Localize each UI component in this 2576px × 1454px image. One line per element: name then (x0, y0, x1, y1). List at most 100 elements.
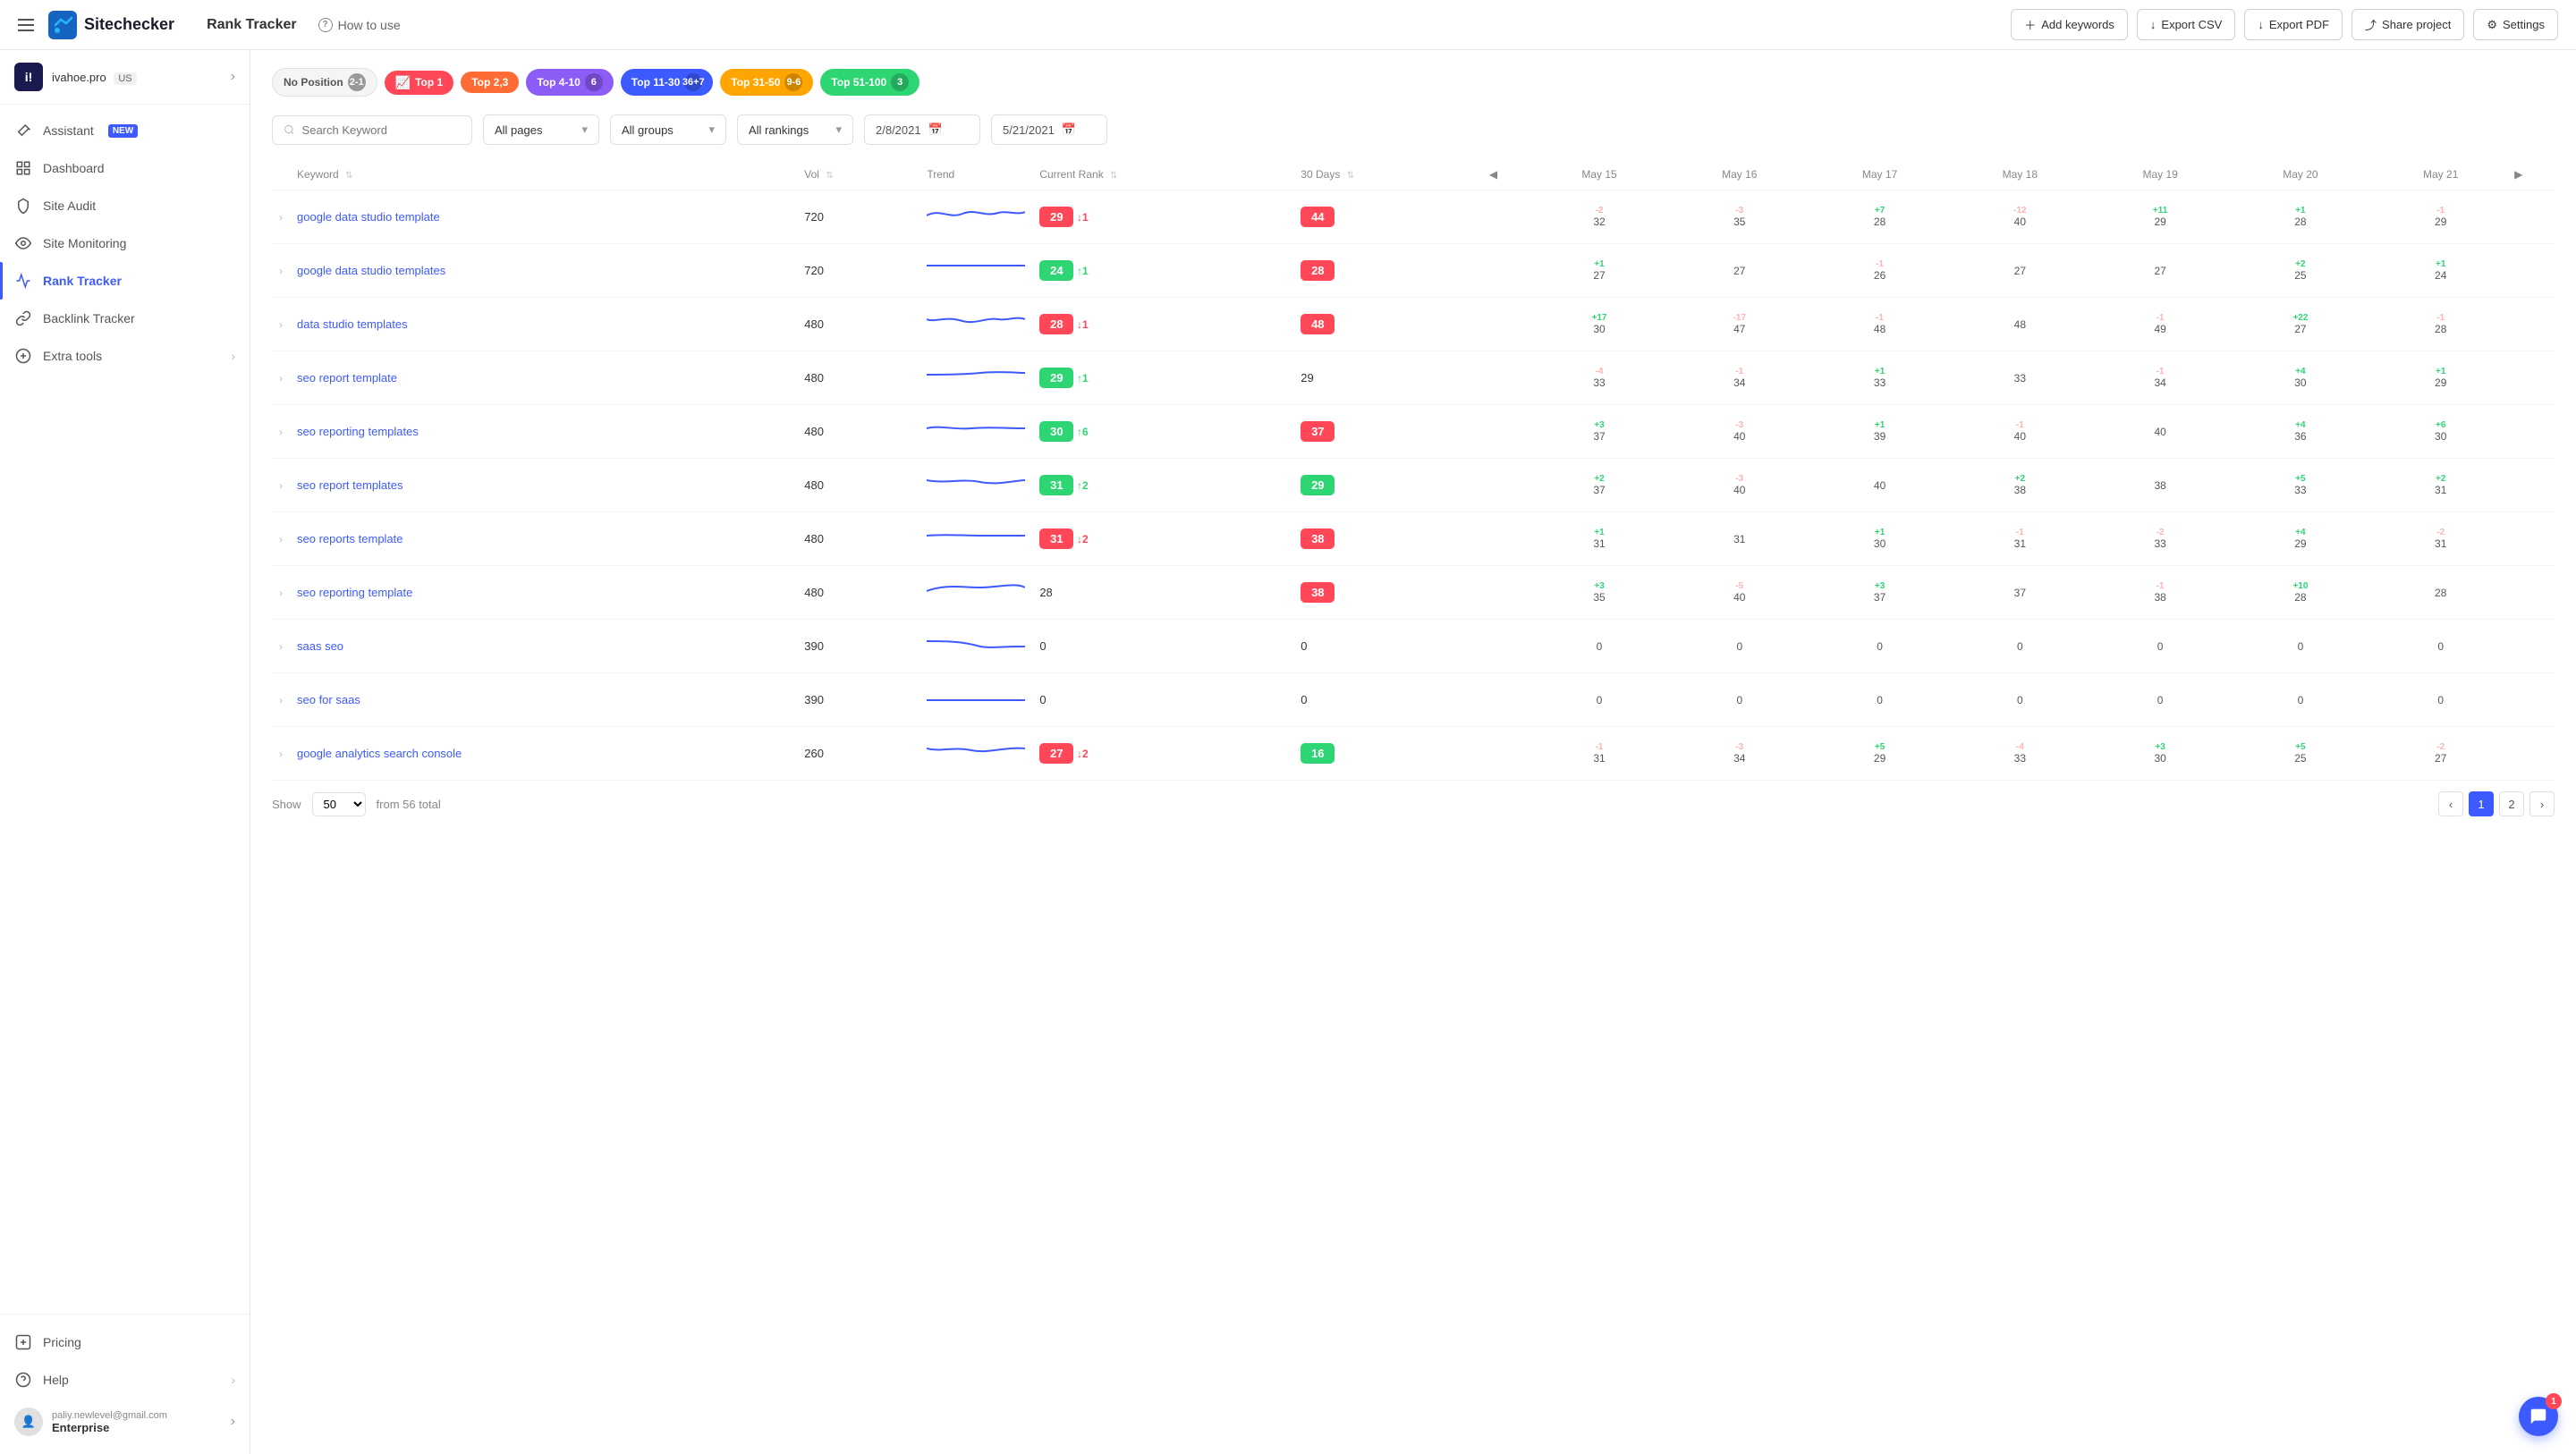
hamburger-menu[interactable] (18, 19, 34, 31)
date-rank-value: 33 (2238, 484, 2364, 496)
badge-top410[interactable]: Top 4-10 6 (526, 69, 613, 96)
table-row: ›seo report templates48031 ↑229+237-3404… (272, 459, 2555, 512)
share-project-button[interactable]: ⤴ Share project (2351, 9, 2464, 40)
date-rank-value: 40 (1957, 430, 2083, 443)
nav-left[interactable]: ◀ (1486, 159, 1530, 190)
date-cell: 40 (1809, 459, 1950, 512)
date-cell: +139 (1809, 405, 1950, 459)
sidebar-item-site-monitoring[interactable]: Site Monitoring (0, 224, 250, 262)
delta-value: -17 (1676, 313, 1802, 323)
date-cell: 48 (1950, 298, 2090, 351)
date-rank-value: 28 (2377, 323, 2504, 335)
groups-filter[interactable]: All groups ▾ (610, 114, 726, 145)
sidebar-item-assistant[interactable]: Assistant NEW (0, 112, 250, 149)
sidebar-item-backlink-tracker[interactable]: Backlink Tracker (0, 300, 250, 337)
badge-label: Top 1 (415, 76, 443, 89)
page-1-button[interactable]: 1 (2469, 791, 2494, 816)
expand-button[interactable]: › (279, 211, 283, 224)
expand-button[interactable]: › (279, 640, 283, 653)
expand-button[interactable]: › (279, 587, 283, 599)
table-row: ›google data studio template72029 ↓144-2… (272, 190, 2555, 244)
export-csv-button[interactable]: ↓ Export CSV (2137, 9, 2235, 40)
badge-no-position[interactable]: No Position 2-1 (272, 68, 377, 97)
sidebar-item-help[interactable]: Help › (0, 1361, 250, 1399)
date-cell: +237 (1530, 459, 1670, 512)
expand-button[interactable]: › (279, 748, 283, 760)
delta-value: +11 (2097, 206, 2224, 216)
tag-icon (14, 1333, 32, 1351)
page-2-button[interactable]: 2 (2499, 791, 2524, 816)
delta-value: +7 (1817, 206, 1943, 216)
show-select[interactable]: 50 100 (312, 792, 366, 816)
date-rank-value: 33 (2097, 537, 2224, 550)
trend-cell (919, 566, 1032, 620)
date-cell: 0 (1530, 620, 1670, 673)
site-selector[interactable]: i! ivahoe.pro US › (0, 50, 250, 105)
keyword-link[interactable]: seo report template (297, 371, 397, 385)
keyword-link[interactable]: seo reports template (297, 532, 403, 545)
how-to-use[interactable]: ? How to use (318, 18, 401, 32)
next-page-button[interactable]: › (2529, 791, 2555, 816)
keyword-link[interactable]: saas seo (297, 639, 343, 653)
date-cell: -128 (2370, 298, 2511, 351)
expand-button[interactable]: › (279, 533, 283, 545)
download-icon: ↓ (2258, 18, 2264, 31)
sidebar-item-extra-tools[interactable]: Extra tools › (0, 337, 250, 375)
delta-value: -1 (2097, 313, 2224, 323)
prev-page-button[interactable]: ‹ (2438, 791, 2463, 816)
rankings-filter[interactable]: All rankings ▾ (737, 114, 853, 145)
badge-top3150[interactable]: Top 31-50 9-6 (720, 69, 813, 96)
days-badge: 44 (1301, 207, 1335, 227)
date-rank-value: 31 (1676, 533, 1802, 545)
expand-button[interactable]: › (279, 479, 283, 492)
badge-top1130[interactable]: Top 11-30 36+7 (621, 69, 713, 96)
badge-top51100[interactable]: Top 51-100 3 (820, 69, 919, 96)
keyword-link[interactable]: seo reporting templates (297, 425, 419, 438)
chat-bubble[interactable]: 1 (2519, 1397, 2558, 1436)
search-input[interactable] (302, 123, 461, 137)
30days-cell: 0 (1293, 673, 1486, 727)
date-cell: +129 (2370, 351, 2511, 405)
pages-filter[interactable]: All pages ▾ (483, 114, 599, 145)
date-from[interactable]: 2/8/2021 📅 (864, 114, 980, 145)
expand-button[interactable]: › (279, 372, 283, 385)
user-section[interactable]: 👤 paliy.newlevel@gmail.com Enterprise › (0, 1399, 250, 1445)
keyword-link[interactable]: seo reporting template (297, 586, 412, 599)
expand-button[interactable]: › (279, 265, 283, 277)
settings-button[interactable]: ⚙ Settings (2473, 9, 2558, 40)
delta-value: -5 (1676, 581, 1802, 591)
date-cell: -131 (1530, 727, 1670, 781)
table-row: ›seo reporting templates48030 ↑637+337-3… (272, 405, 2555, 459)
sidebar-item-site-audit[interactable]: Site Audit (0, 187, 250, 224)
sidebar-item-rank-tracker[interactable]: Rank Tracker (0, 262, 250, 300)
date-cell: 0 (2090, 673, 2231, 727)
delta-value: +1 (1537, 528, 1663, 537)
date-rank-value: 0 (2097, 640, 2224, 653)
expand-button[interactable]: › (279, 426, 283, 438)
keyword-link[interactable]: seo report templates (297, 478, 403, 492)
expand-button[interactable]: › (279, 318, 283, 331)
site-name: ivahoe.pro (52, 71, 106, 84)
expand-button[interactable]: › (279, 694, 283, 706)
add-keywords-button[interactable]: ＋ Add keywords (2011, 9, 2128, 40)
badge-top23[interactable]: Top 2,3 (461, 72, 519, 93)
sidebar-item-dashboard[interactable]: Dashboard (0, 149, 250, 187)
eye-icon (14, 234, 32, 252)
vol-cell: 260 (797, 727, 919, 781)
date-to[interactable]: 5/21/2021 📅 (991, 114, 1107, 145)
keyword-link[interactable]: google data studio templates (297, 264, 445, 277)
date-rank-value: 31 (2377, 537, 2504, 550)
nav-right[interactable]: ▶ (2511, 159, 2555, 190)
badge-label: Top 11-30 (631, 76, 680, 89)
keyword-link[interactable]: data studio templates (297, 317, 408, 331)
keyword-link[interactable]: google analytics search console (297, 747, 462, 760)
sidebar-item-pricing[interactable]: Pricing (0, 1323, 250, 1361)
export-pdf-button[interactable]: ↓ Export PDF (2244, 9, 2343, 40)
date-cell: +231 (2370, 459, 2511, 512)
date-rank-value: 31 (1537, 752, 1663, 765)
col-may16: May 16 (1669, 159, 1809, 190)
keyword-link[interactable]: seo for saas (297, 693, 360, 706)
keyword-search[interactable] (272, 115, 472, 145)
keyword-link[interactable]: google data studio template (297, 210, 440, 224)
badge-top1[interactable]: 📈 Top 1 (385, 71, 454, 95)
